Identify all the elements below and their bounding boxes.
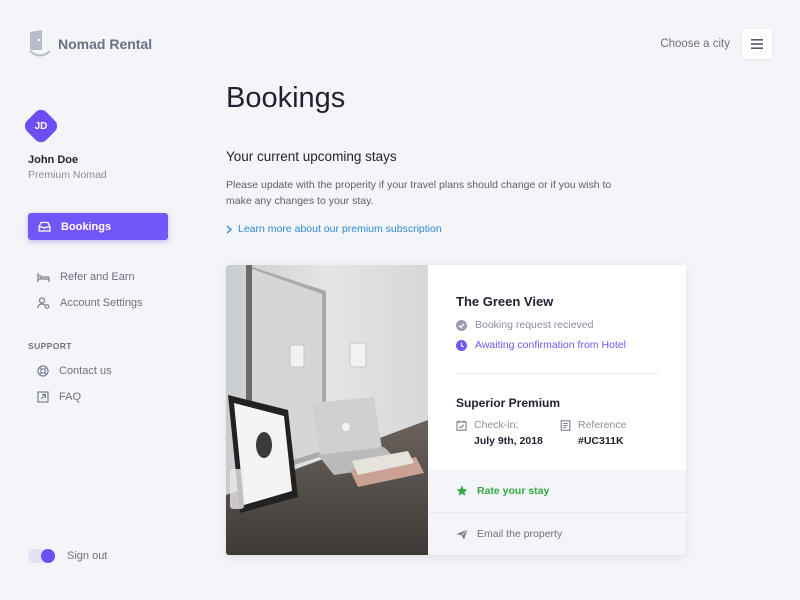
brand-name: Nomad Rental — [58, 36, 153, 52]
booking-card: The Green View Booking request recieved … — [226, 265, 686, 555]
external-link-icon — [37, 391, 49, 403]
bed-icon — [37, 272, 50, 282]
calendar-check-icon — [456, 420, 467, 431]
rate-stay-label: Rate your stay — [477, 485, 550, 497]
document-icon — [560, 419, 571, 431]
reference-label: Reference — [560, 419, 626, 431]
choose-city-button[interactable]: Choose a city — [660, 38, 730, 50]
sidebar-item-refer[interactable]: Refer and Earn — [37, 271, 135, 283]
topbar-actions: Choose a city — [660, 29, 772, 59]
email-property-label: Email the property — [477, 528, 563, 540]
status-label: Booking request recieved — [475, 319, 594, 331]
sidebar: JD John Doe Premium Nomad Bookings Refer… — [21, 106, 173, 403]
signout-toggle[interactable] — [28, 549, 55, 563]
clock-icon — [456, 339, 467, 351]
reference-info: Reference #UC311K — [560, 419, 626, 447]
signout-control[interactable]: Sign out — [28, 549, 107, 563]
bookings-icon — [38, 221, 51, 232]
user-settings-icon — [37, 297, 50, 309]
sidebar-item-faq[interactable]: FAQ — [37, 391, 81, 403]
hamburger-icon — [751, 39, 763, 49]
send-icon — [456, 528, 468, 539]
booking-details: The Green View Booking request recieved … — [428, 265, 686, 555]
menu-button[interactable] — [742, 29, 772, 59]
brand-logo[interactable]: Nomad Rental — [28, 30, 152, 58]
section-subtitle: Your current upcoming stays — [226, 149, 397, 164]
sidebar-item-label: Contact us — [59, 365, 112, 377]
sidebar-item-bookings[interactable]: Bookings — [28, 213, 168, 240]
signout-label: Sign out — [67, 550, 108, 562]
hotel-photo — [226, 265, 428, 555]
status-received: Booking request recieved — [456, 319, 594, 331]
hotel-name: The Green View — [456, 294, 554, 309]
reference-label-text: Reference — [578, 419, 627, 431]
page-title: Bookings — [226, 82, 346, 114]
support-heading: SUPPORT — [28, 341, 72, 351]
premium-link-label: Learn more about our premium subscriptio… — [238, 223, 442, 235]
sidebar-item-label: Refer and Earn — [60, 271, 135, 283]
user-tier: Premium Nomad — [28, 169, 107, 181]
reference-code: #UC311K — [578, 435, 624, 447]
status-label: Awaiting confirmation from Hotel — [475, 339, 626, 351]
avatar-initials: JD — [34, 120, 48, 132]
checkin-label-text: Check-in: — [474, 419, 519, 431]
sidebar-item-label: Account Settings — [60, 297, 143, 309]
avatar[interactable]: JD — [21, 106, 61, 146]
checkin-info: Check-in: July 9th, 2018 — [456, 419, 543, 447]
rate-stay-button[interactable]: Rate your stay — [428, 470, 686, 512]
checkin-date: July 9th, 2018 — [474, 435, 543, 447]
sidebar-item-label: Bookings — [61, 220, 112, 233]
section-description: Please update with the properity if your… — [226, 179, 612, 207]
check-circle-icon — [456, 319, 467, 331]
room-type: Superior Premium — [456, 396, 561, 410]
sidebar-item-account-settings[interactable]: Account Settings — [37, 297, 143, 309]
chevron-right-icon — [226, 224, 232, 234]
lifebuoy-icon — [37, 365, 49, 377]
sidebar-item-label: FAQ — [59, 391, 82, 403]
premium-subscription-link[interactable]: Learn more about our premium subscriptio… — [226, 223, 442, 235]
email-property-button[interactable]: Email the property — [428, 513, 686, 555]
star-icon — [456, 485, 468, 496]
status-awaiting: Awaiting confirmation from Hotel — [456, 339, 626, 351]
user-name: John Doe — [28, 154, 79, 166]
toggle-knob — [41, 549, 55, 563]
checkin-label: Check-in: — [456, 419, 543, 431]
logo-icon — [29, 30, 51, 57]
divider — [456, 373, 658, 374]
sidebar-item-contact[interactable]: Contact us — [37, 365, 112, 377]
